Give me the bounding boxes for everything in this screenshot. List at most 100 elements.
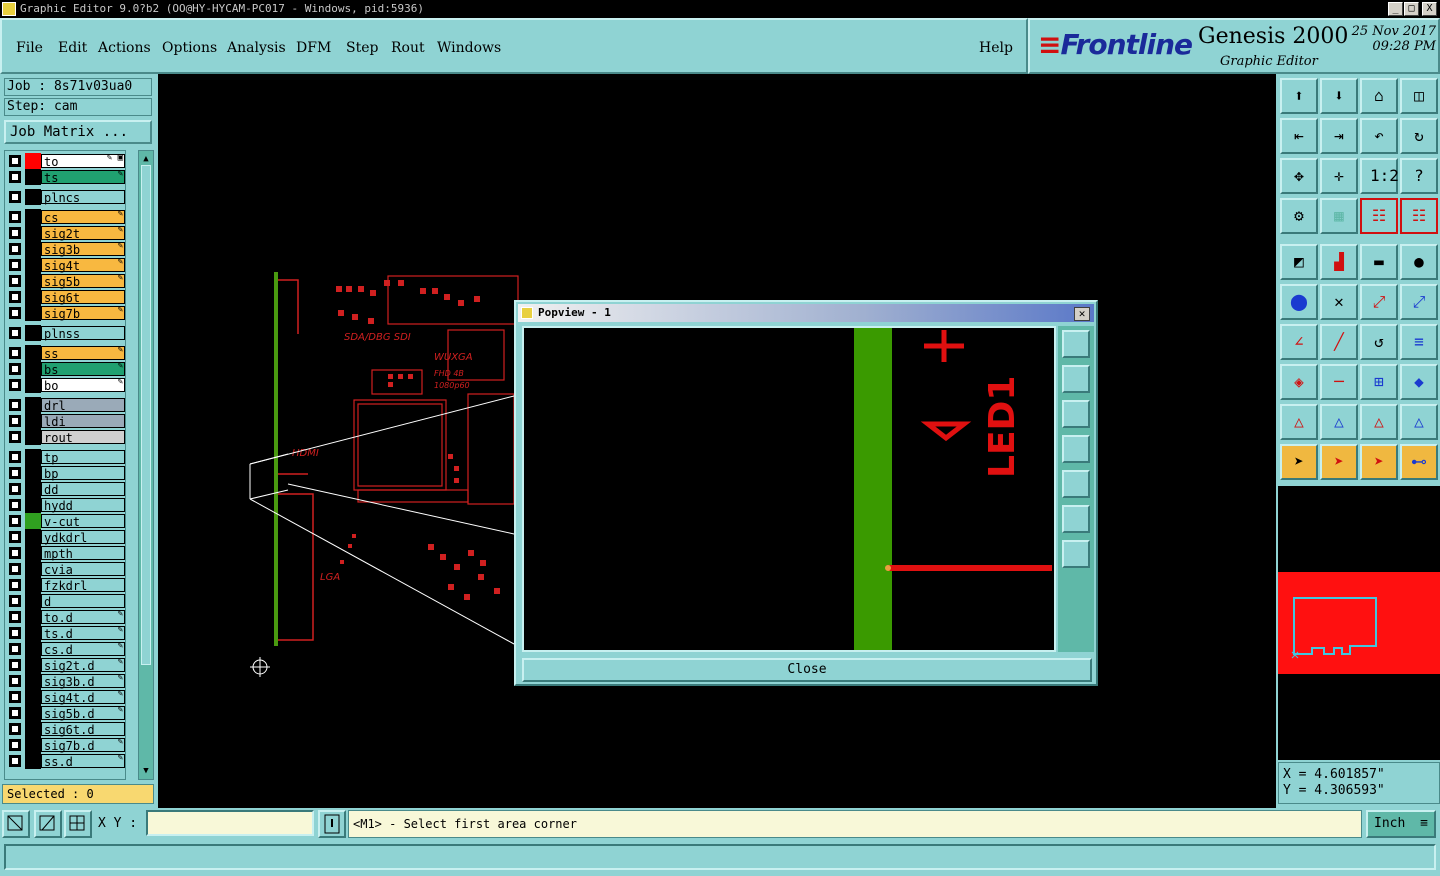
layer-row-sig5b[interactable]: sig5b ✎ <box>5 273 125 289</box>
layer-name[interactable]: sig7b.d <box>41 738 125 753</box>
layer-row-plncs[interactable]: plncs <box>5 189 125 205</box>
layer-checkbox[interactable] <box>9 723 21 735</box>
triangle-alt-icon[interactable]: △ <box>1320 404 1358 440</box>
snap-angle-icon[interactable] <box>34 810 62 838</box>
layer-row-sig3b[interactable]: sig3b ✎ <box>5 241 125 257</box>
layer-checkbox[interactable] <box>9 483 21 495</box>
layer-filter-icon[interactable]: ☷ <box>1400 198 1438 234</box>
pan-right-icon[interactable]: ⇥ <box>1320 118 1358 154</box>
layer-checkbox[interactable] <box>9 595 21 607</box>
arc-icon[interactable]: ↺ <box>1360 324 1398 360</box>
layer-checkbox[interactable] <box>9 259 21 271</box>
layer-color-swatch[interactable] <box>25 377 41 393</box>
layer-color-swatch[interactable] <box>25 169 41 185</box>
layer-color-swatch[interactable] <box>25 673 41 689</box>
layer-checkbox[interactable] <box>9 755 21 767</box>
layer-name[interactable]: ts <box>41 170 125 185</box>
ruler-icon[interactable]: ▬ <box>1360 244 1398 280</box>
popview-pan-right-icon[interactable] <box>1062 470 1090 498</box>
layer-row-bo[interactable]: bo ✎ <box>5 377 125 393</box>
layer-row-v-cut[interactable]: v-cut <box>5 513 125 529</box>
layer-name[interactable]: sig7b <box>41 306 125 321</box>
layer-name[interactable]: drl <box>41 398 125 413</box>
triangle-line-icon[interactable]: △ <box>1400 404 1438 440</box>
layer-color-swatch[interactable] <box>25 641 41 657</box>
layer-row-rout[interactable]: rout <box>5 429 125 445</box>
layer-color-swatch[interactable] <box>25 721 41 737</box>
layer-color-swatch[interactable] <box>25 189 41 205</box>
menu-windows[interactable]: Windows <box>437 40 501 56</box>
layer-row-ss-d[interactable]: ss.d ✎ <box>5 753 125 769</box>
layer-name[interactable]: ss <box>41 346 125 361</box>
layer-color-swatch[interactable] <box>25 737 41 753</box>
layer-checkbox[interactable] <box>9 171 21 183</box>
layer-color-swatch[interactable] <box>25 325 41 341</box>
layer-row-ldi[interactable]: ldi <box>5 413 125 429</box>
layer-color-swatch[interactable] <box>25 545 41 561</box>
layer-name[interactable]: cvia <box>41 562 125 577</box>
layer-display-icon[interactable]: ☷ <box>1360 198 1398 234</box>
xy-input[interactable] <box>146 810 314 836</box>
layer-row-sig2t[interactable]: sig2t ✎ <box>5 225 125 241</box>
layer-color-swatch[interactable] <box>25 153 41 169</box>
layer-color-swatch[interactable] <box>25 657 41 673</box>
layer-color-swatch[interactable] <box>25 513 41 529</box>
layer-row-hydd[interactable]: hydd <box>5 497 125 513</box>
job-matrix-button[interactable]: Job Matrix ... <box>4 120 152 144</box>
layer-checkbox[interactable] <box>9 691 21 703</box>
layer-row-sig4t[interactable]: sig4t ✎ <box>5 257 125 273</box>
layer-row-ts-d[interactable]: ts.d ✎ <box>5 625 125 641</box>
triangle-fill-icon[interactable]: △ <box>1360 404 1398 440</box>
menu-help[interactable]: Help <box>979 40 1013 56</box>
layer-checkbox[interactable] <box>9 563 21 575</box>
layer-name[interactable]: fzkdrl <box>41 578 125 593</box>
cross-icon[interactable]: ✕ <box>1320 284 1358 320</box>
layer-color-swatch[interactable] <box>25 577 41 593</box>
layer-checkbox[interactable] <box>9 243 21 255</box>
layer-color-swatch[interactable] <box>25 225 41 241</box>
layer-color-swatch[interactable] <box>25 289 41 305</box>
popview-zoom-in-icon[interactable] <box>1062 330 1090 358</box>
graphic-canvas[interactable]: SDA/DBG SDI WUXGA FHD 4B 1080p60 HDMI LG… <box>158 74 1276 808</box>
connect-icon[interactable]: ⬤ <box>1280 284 1318 320</box>
layer-row-mpth[interactable]: mpth <box>5 545 125 561</box>
layer-color-swatch[interactable] <box>25 625 41 641</box>
info-icon[interactable] <box>318 810 346 838</box>
cursor-icon[interactable]: ➤ <box>1280 444 1318 480</box>
layer-row-sig7b-d[interactable]: sig7b.d ✎ <box>5 737 125 753</box>
popview-pan-down-icon[interactable] <box>1062 400 1090 428</box>
snap-icon[interactable]: ● <box>1400 244 1438 280</box>
popview-close-icon[interactable]: ✕ <box>1074 307 1090 321</box>
scroll-thumb[interactable] <box>141 165 151 665</box>
layer-checkbox[interactable] <box>9 707 21 719</box>
layer-checkbox[interactable] <box>9 379 21 391</box>
angle-icon[interactable]: ∠ <box>1280 324 1318 360</box>
layer-color-swatch[interactable] <box>25 609 41 625</box>
minus-icon[interactable]: ─ <box>1320 364 1358 400</box>
point-alt-icon[interactable]: ⤢ <box>1400 284 1438 320</box>
zoom-page-icon[interactable]: ⬇ <box>1320 78 1358 114</box>
scroll-up-icon[interactable]: ▲ <box>141 153 151 165</box>
layer-name[interactable]: rout <box>41 430 125 445</box>
layer-row-sig6t[interactable]: sig6t <box>5 289 125 305</box>
layer-scrollbar[interactable]: ▲ ▼ <box>138 150 154 780</box>
layer-row-ts[interactable]: ts ✎ <box>5 169 125 185</box>
cursor-box-icon[interactable]: ➤ <box>1320 444 1358 480</box>
layer-color-swatch[interactable] <box>25 465 41 481</box>
layer-name[interactable]: bo <box>41 378 125 393</box>
layer-color-swatch[interactable] <box>25 241 41 257</box>
layer-row-sig4t-d[interactable]: sig4t.d ✎ <box>5 689 125 705</box>
layer-color-swatch[interactable] <box>25 529 41 545</box>
scale-1-2-icon[interactable]: 1:2 <box>1360 158 1399 194</box>
triangle-icon[interactable]: △ <box>1280 404 1318 440</box>
menu-actions[interactable]: Actions <box>98 40 151 56</box>
layer-name[interactable]: hydd <box>41 498 125 513</box>
layer-row-ydkdrl[interactable]: ydkdrl <box>5 529 125 545</box>
layer-row-cs[interactable]: cs ✎ <box>5 209 125 225</box>
layer-color-swatch[interactable] <box>25 361 41 377</box>
layer-checkbox[interactable] <box>9 467 21 479</box>
layer-row-drl[interactable]: drl <box>5 397 125 413</box>
layer-checkbox[interactable] <box>9 547 21 559</box>
layer-name[interactable]: cs <box>41 210 125 225</box>
layer-color-swatch[interactable] <box>25 273 41 289</box>
